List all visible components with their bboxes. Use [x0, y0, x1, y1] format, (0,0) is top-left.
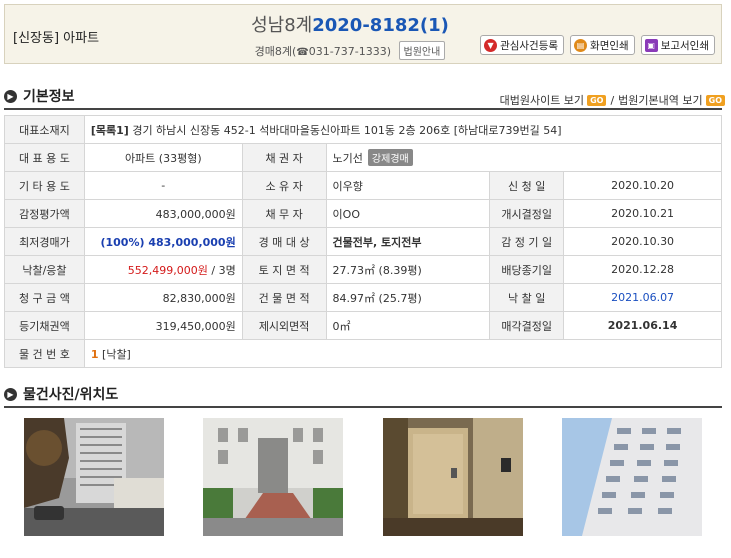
- case-title: 성남8계2020-8182(1): [5, 11, 695, 37]
- photo-section-title: ▶ 물건사진/위치도: [4, 384, 118, 404]
- court-guide-button[interactable]: 법원안내: [398, 41, 446, 60]
- address-value: [목록1] 경기 하남시 신장동 452-1 석바대마을동신아파트 101동 2…: [83, 115, 723, 144]
- cell-label: 매각결정일: [489, 311, 565, 340]
- go-badge[interactable]: GO: [587, 94, 607, 106]
- cell-value: 2020.10.21: [563, 199, 722, 228]
- link-separator: /: [610, 93, 615, 107]
- cell-label: 배당종기일: [489, 255, 565, 284]
- winning-bid-value: 552,499,000원 / 3명: [83, 255, 243, 284]
- header-buttons: ▼ 관심사건등록 ▤ 화면인쇄 ▣ 보고서인쇄: [480, 35, 715, 55]
- add-favorite-label: 관심사건등록: [500, 39, 559, 52]
- court-detail-link[interactable]: 법원기본내역 보기: [618, 92, 702, 108]
- item-status: [낙찰]: [98, 347, 131, 361]
- go-badge[interactable]: GO: [705, 94, 725, 106]
- property-photo-4[interactable]: [562, 418, 703, 536]
- section-divider: [4, 108, 722, 110]
- address-prefix: [목록1]: [90, 123, 129, 137]
- cell-label: 등기채권액: [4, 311, 85, 340]
- chevron-right-icon: ▶: [4, 387, 17, 401]
- dept-name: 경매8계: [254, 45, 293, 58]
- cell-value: 2020.10.30: [563, 227, 722, 256]
- property-photo-3[interactable]: [382, 418, 523, 536]
- cell-value: -: [83, 171, 243, 200]
- cell-value: 319,450,000원: [83, 311, 243, 340]
- table-row: 감정평가액 483,000,000원 채 무 자 이OO 개시결정일 2020.…: [4, 199, 722, 228]
- table-row: 낙찰/응찰 552,499,000원 / 3명 토 지 면 적 27.73㎡ (…: [4, 255, 722, 284]
- address-text: 경기 하남시 신장동 452-1 석바대마을동신아파트 101동 2층 206호…: [128, 123, 562, 137]
- table-row: 기 타 용 도 - 소 유 자 이우향 신 청 일 2020.10.20: [4, 171, 722, 200]
- cell-value: 2020.12.28: [563, 255, 722, 284]
- auction-type-badge: 강제경매: [367, 149, 413, 166]
- item-number[interactable]: 1: [91, 348, 99, 361]
- table-row: 등기채권액 319,450,000원 제시외면적 0㎡ 매각결정일 2021.0…: [4, 311, 722, 340]
- basic-info-table: 대표소재지 [목록1] 경기 하남시 신장동 452-1 석바대마을동신아파트 …: [4, 115, 723, 368]
- print-screen-button[interactable]: ▤ 화면인쇄: [570, 35, 635, 55]
- cell-label: 채 권 자: [241, 143, 327, 172]
- cell-value: 0㎡: [325, 311, 491, 340]
- sale-date-link[interactable]: 2021.06.07: [563, 283, 722, 312]
- print-icon: ▤: [574, 38, 588, 52]
- cell-label: 제시외면적: [241, 311, 327, 340]
- cell-value: 84.97㎡ (25.7평): [325, 283, 491, 312]
- cell-label: 채 무 자: [241, 199, 327, 228]
- cell-label: 감정평가액: [4, 199, 85, 228]
- court-name: 성남8계: [251, 15, 313, 36]
- cell-value: 27.73㎡ (8.39평): [325, 255, 491, 284]
- section-divider: [4, 406, 722, 408]
- cell-label: 경 매 대 상: [241, 227, 327, 256]
- cell-label: 감 정 기 일: [489, 227, 565, 256]
- cell-value: 건물전부, 토지전부: [325, 227, 491, 256]
- cell-label: 대 표 용 도: [4, 143, 85, 172]
- cell-label: 개시결정일: [489, 199, 565, 228]
- cell-value: 2020.10.20: [563, 171, 722, 200]
- cell-value: 아파트 (33평형): [83, 143, 243, 172]
- photo-gallery: [4, 418, 722, 536]
- case-header: [신장동] 아파트 성남8계2020-8182(1) 경매8계(☎031-737…: [4, 4, 722, 64]
- cell-value: 483,000,000원: [83, 199, 243, 228]
- basic-info-title: ▶ 기본정보: [4, 86, 75, 106]
- basic-info-title-text: 기본정보: [23, 89, 75, 105]
- chevron-right-icon: ▶: [4, 89, 17, 103]
- print-screen-label: 화면인쇄: [590, 39, 629, 52]
- cell-label: 기 타 용 도: [4, 171, 85, 200]
- photo-section-title-text: 물건사진/위치도: [23, 387, 119, 403]
- dept-phone: 031-737-1333: [308, 45, 387, 58]
- cell-label: 소 유 자: [241, 171, 327, 200]
- cell-value: 이우향: [325, 171, 491, 200]
- cell-label: 건 물 면 적: [241, 283, 327, 312]
- report-icon: ▣: [644, 38, 658, 52]
- phone-icon: ☎: [296, 47, 309, 58]
- supreme-court-link[interactable]: 대법원사이트 보기: [500, 92, 584, 108]
- case-number: 2020-8182(1): [312, 15, 449, 36]
- address-label: 대표소재지: [4, 115, 85, 144]
- external-links: 대법원사이트 보기 GO / 법원기본내역 보기 GO: [500, 92, 725, 108]
- table-row: 대표소재지 [목록1] 경기 하남시 신장동 452-1 석바대마을동신아파트 …: [4, 115, 723, 144]
- property-photo-2[interactable]: [203, 418, 344, 536]
- cell-label: 최저경매가: [4, 227, 85, 256]
- print-report-label: 보고서인쇄: [660, 39, 709, 52]
- download-icon: ▼: [484, 38, 498, 52]
- item-number-value: 1 [낙찰]: [83, 339, 723, 368]
- cell-value: (100%) 483,000,000원: [83, 227, 243, 256]
- bidder-count: / 3명: [207, 263, 236, 277]
- table-row: 청 구 금 액 82,830,000원 건 물 면 적 84.97㎡ (25.7…: [4, 283, 722, 312]
- add-favorite-button[interactable]: ▼ 관심사건등록: [480, 35, 565, 55]
- table-row: 물 건 번 호 1 [낙찰]: [4, 339, 723, 368]
- cell-label: 낙찰/응찰: [4, 255, 85, 284]
- cell-value: 이OO: [325, 199, 491, 228]
- winning-bid-amount: 552,499,000원: [127, 263, 208, 277]
- cell-label: 토 지 면 적: [241, 255, 327, 284]
- creditor-name: 노기선: [332, 152, 363, 165]
- table-row: 대 표 용 도 아파트 (33평형) 채 권 자 노기선 강제경매: [4, 143, 723, 172]
- creditor-value: 노기선 강제경매: [325, 143, 723, 172]
- cell-label: 물 건 번 호: [4, 339, 85, 368]
- cell-label: 낙 찰 일: [489, 283, 565, 312]
- print-report-button[interactable]: ▣ 보고서인쇄: [640, 35, 715, 55]
- cell-label: 신 청 일: [489, 171, 565, 200]
- cell-value: 2021.06.14: [563, 311, 722, 340]
- cell-label: 청 구 금 액: [4, 283, 85, 312]
- cell-value: 82,830,000원: [83, 283, 243, 312]
- table-row: 최저경매가 (100%) 483,000,000원 경 매 대 상 건물전부, …: [4, 227, 722, 256]
- property-photo-1[interactable]: [23, 418, 164, 536]
